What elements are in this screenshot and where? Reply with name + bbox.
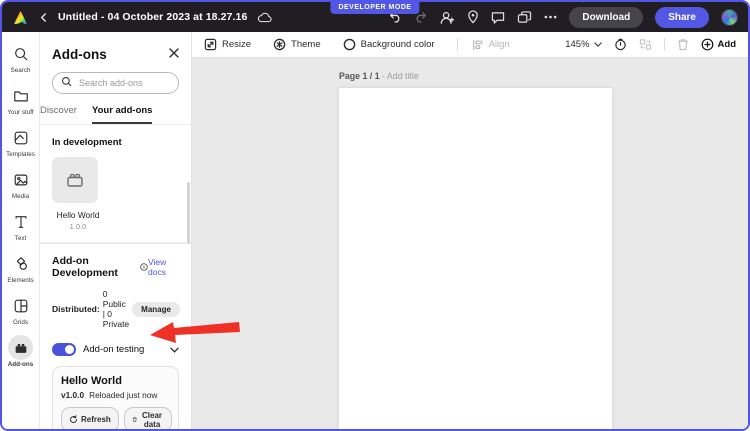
test-addon-status: Reloaded just now [89, 390, 157, 400]
add-collaborator-icon[interactable] [439, 10, 455, 25]
sidebar-item-text[interactable]: Text [2, 209, 39, 242]
addon-development-title: Add-on Development [52, 255, 148, 279]
share-button[interactable]: Share [655, 7, 709, 28]
top-bar-right: Download Share [389, 7, 738, 28]
add-page-button[interactable]: Add [701, 38, 736, 51]
sidebar-item-add-ons[interactable]: Add-ons [2, 335, 39, 368]
addons-panel: Add-ons Discover Your add-ons In devel [40, 32, 192, 429]
templates-icon [8, 125, 33, 150]
refresh-button[interactable]: Refresh [61, 407, 119, 429]
distributed-value: 0 Public | 0 Private [103, 289, 129, 329]
document-page[interactable] [339, 88, 612, 431]
addon-testing-toggle[interactable] [52, 343, 76, 356]
test-addon-name: Hello World [61, 375, 170, 387]
manage-button[interactable]: Manage [132, 302, 180, 317]
test-addon-card: Hello World v1.0.0 Reloaded just now Ref… [52, 366, 179, 429]
comment-icon[interactable] [491, 11, 505, 24]
left-rail: Search Your stuff Templates Media [2, 32, 40, 429]
trash-icon [132, 415, 137, 424]
top-bar: Untitled - 04 October 2023 at 18.27.16 D… [2, 2, 748, 32]
addons-search[interactable] [52, 72, 179, 94]
chevron-down-icon[interactable] [170, 340, 179, 358]
addons-panel-title: Add-ons [52, 47, 107, 62]
back-chevron-icon[interactable] [39, 13, 48, 22]
delete-page-icon [677, 38, 689, 51]
close-icon[interactable] [169, 45, 179, 63]
folder-icon [8, 83, 33, 108]
toolbar-divider [664, 38, 665, 51]
addons-search-input[interactable] [77, 77, 170, 89]
tab-discover[interactable]: Discover [40, 105, 77, 124]
addon-tile[interactable] [52, 157, 98, 203]
media-icon [8, 167, 33, 192]
chevron-down-icon [594, 42, 602, 47]
tab-your-add-ons[interactable]: Your add-ons [92, 105, 153, 124]
sidebar-item-templates[interactable]: Templates [2, 125, 39, 158]
adobe-express-logo-icon[interactable] [12, 9, 29, 26]
canvas-area: Page 1 / 1 - Add title [192, 58, 748, 429]
top-bar-left: Untitled - 04 October 2023 at 18.27.16 [12, 9, 272, 26]
align-button: Align [472, 39, 510, 51]
in-development-heading: In development [52, 137, 179, 148]
add-ons-icon [8, 335, 33, 360]
user-avatar[interactable] [721, 9, 738, 26]
clear-data-button[interactable]: Clear data [124, 407, 172, 429]
sidebar-item-grids[interactable]: Grids [2, 293, 39, 326]
panel-scrollbar[interactable] [187, 182, 190, 244]
location-pin-icon[interactable] [467, 10, 479, 24]
refresh-icon [69, 415, 78, 424]
rearrange-pages-icon [639, 38, 652, 51]
present-icon[interactable] [517, 11, 532, 24]
grids-icon [8, 293, 33, 318]
zoom-control[interactable]: 145% [565, 39, 601, 50]
test-addon-version: v1.0.0 [61, 390, 84, 400]
cloud-sync-icon [257, 12, 272, 23]
background-color-button[interactable]: Background color [343, 38, 435, 51]
page-indicator[interactable]: Page 1 / 1 - Add title [339, 71, 419, 81]
sidebar-item-search[interactable]: Search [2, 41, 39, 74]
elements-icon [8, 251, 33, 276]
stage: Resize Theme Background color Align [192, 32, 748, 429]
sidebar-item-elements[interactable]: Elements [2, 251, 39, 284]
resize-button[interactable]: Resize [204, 38, 251, 51]
view-docs-link[interactable]: View docs [148, 257, 179, 277]
info-icon [140, 262, 148, 272]
addons-tabs: Discover Your add-ons [40, 105, 192, 125]
addon-tile-version: 1.0.0 [52, 222, 104, 231]
stage-toolbar: Resize Theme Background color Align [192, 32, 748, 58]
addon-testing-label: Add-on testing [83, 344, 144, 355]
sidebar-item-your-stuff[interactable]: Your stuff [2, 83, 39, 116]
download-button[interactable]: Download [569, 7, 643, 28]
search-icon [8, 41, 33, 66]
add-title-placeholder[interactable]: - Add title [382, 71, 419, 81]
plus-circle-icon [701, 38, 714, 51]
search-icon [61, 74, 72, 92]
app-frame: Untitled - 04 October 2023 at 18.27.16 D… [0, 0, 750, 431]
theme-button[interactable]: Theme [273, 38, 321, 51]
sidebar-item-media[interactable]: Media [2, 167, 39, 200]
developer-mode-badge: DEVELOPER MODE [330, 2, 419, 14]
addon-tile-name: Hello World [52, 210, 104, 220]
text-icon [8, 209, 33, 234]
distributed-label: Distributed: [52, 304, 100, 314]
page-timer-icon[interactable] [614, 38, 627, 51]
toolbar-divider [457, 38, 458, 51]
document-title[interactable]: Untitled - 04 October 2023 at 18.27.16 [58, 11, 247, 23]
more-options-icon[interactable] [544, 15, 557, 19]
